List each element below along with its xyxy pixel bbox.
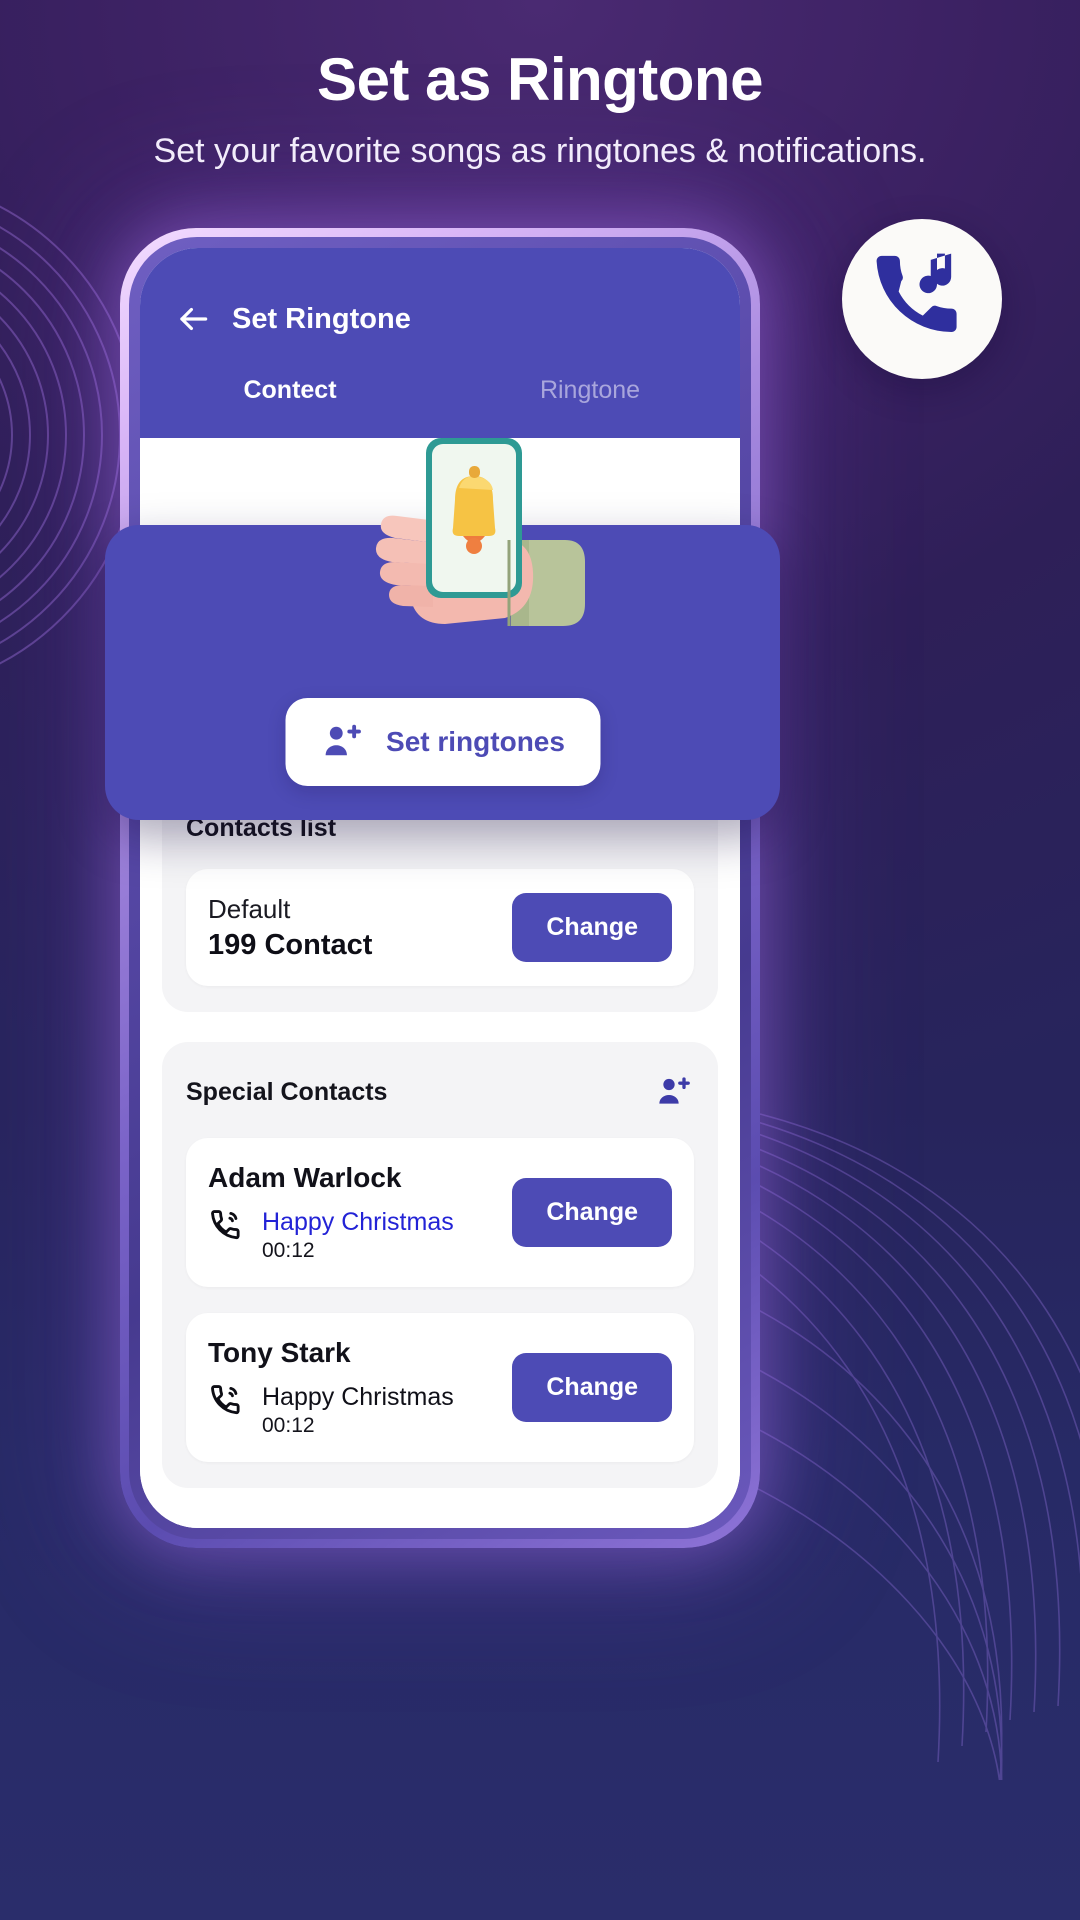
incoming-call-icon [211,1385,240,1415]
special-contacts-section: Special Contacts Adam Warlock Happy Chri… [162,1042,718,1488]
ringtone-text: Happy Christmas 00:12 [262,1383,454,1438]
contact-info-adam-warlock: Adam Warlock Happy Christmas 00:12 [208,1162,454,1263]
page-title: Set Ringtone [232,302,411,335]
set-ringtones-button[interactable]: Set ringtones [285,698,600,786]
set-ringtones-button-label: Set ringtones [386,726,565,757]
change-button-adam-warlock[interactable]: Change [512,1178,672,1247]
table-row[interactable]: Tony Stark Happy Christmas 00:12 Change [186,1313,694,1462]
phone-mockup: Set Ringtone Contect Ringtone Contacts l… [120,228,760,1548]
change-button-tony-stark[interactable]: Change [512,1353,672,1422]
app-header: Set Ringtone Contect Ringtone [140,248,740,438]
ringtone-title: Happy Christmas [262,1208,454,1236]
tab-bar: Contect Ringtone [140,376,740,405]
hand-holding-phone-bell-illustration [375,438,585,626]
tab-contect[interactable]: Contect [140,376,440,405]
set-ringtones-hero-card: Set ringtones [105,438,780,820]
table-row[interactable]: Default 199 Contact Change [186,869,694,986]
phone-music-badge [842,219,1002,379]
person-add-icon [325,724,361,756]
promo-text-block: Set as Ringtone Set your favorite songs … [0,46,1080,174]
ringtone-duration: 00:12 [262,1414,315,1437]
default-label: Default [208,893,291,924]
person-add-icon[interactable] [654,1072,694,1112]
default-contact-info: Default 199 Contact [208,894,372,962]
phone-music-icon [876,253,957,332]
content-area: Contacts list Default 199 Contact Change [140,758,740,1488]
promo-headline: Set as Ringtone [317,46,763,113]
ringtone-text: Happy Christmas 00:12 [262,1208,454,1263]
contact-name: Tony Stark [208,1337,351,1368]
ringtone-title: Happy Christmas [262,1383,454,1411]
special-contacts-header: Special Contacts [186,1072,694,1112]
special-contacts-title: Special Contacts [186,1077,388,1106]
promo-subheadline: Set your favorite songs as ringtones & n… [153,131,927,170]
contact-name: Adam Warlock [208,1162,402,1193]
tab-ringtone[interactable]: Ringtone [440,376,740,405]
incoming-call-icon [211,1210,240,1240]
app-bar: Set Ringtone [140,300,740,338]
back-arrow-icon[interactable] [174,300,212,338]
ringtone-duration: 00:12 [262,1239,315,1262]
table-row[interactable]: Adam Warlock Happy Christmas 00:12 Chang… [186,1138,694,1287]
default-count: 199 Contact [208,928,373,961]
contact-info-tony-stark: Tony Stark Happy Christmas 00:12 [208,1337,454,1438]
ringtone-line: Happy Christmas 00:12 [208,1208,454,1263]
ringtone-line: Happy Christmas 00:12 [208,1383,454,1438]
change-button-default[interactable]: Change [512,893,672,962]
